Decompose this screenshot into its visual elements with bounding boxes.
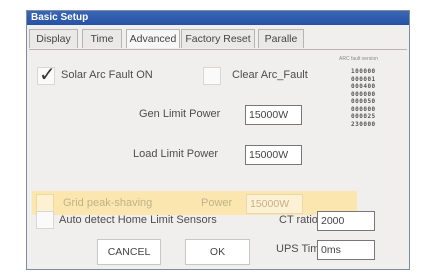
auto-detect-label: Auto detect Home Limit Sensors	[59, 214, 217, 226]
clear-arc-fault-checkbox[interactable]	[203, 67, 221, 85]
tab-advanced[interactable]: Advanced	[126, 29, 180, 48]
tab-bar: Display Time Advanced Factory Reset Para…	[29, 29, 407, 49]
tab-paralle[interactable]: Paralle	[258, 29, 304, 48]
clear-arc-fault-label: Clear Arc_Fault	[232, 69, 308, 81]
version-line: 000025	[351, 113, 376, 120]
gen-limit-power-label: Gen Limit Power	[139, 108, 221, 120]
version-line: 100000	[351, 68, 376, 75]
grid-peak-shaving-label: Grid peak-shaving	[63, 197, 153, 209]
load-limit-power-input[interactable]: 15000W	[245, 145, 302, 165]
version-line: 000400	[351, 83, 376, 90]
grid-peak-shaving-checkbox[interactable]	[36, 194, 54, 212]
version-line: 000001	[351, 75, 376, 83]
tab-factory-reset[interactable]: Factory Reset	[181, 29, 255, 48]
ct-ratio-input[interactable]: 2000	[317, 211, 375, 231]
gen-limit-power-input[interactable]: 15000W	[245, 105, 302, 125]
auto-detect-checkbox[interactable]	[36, 211, 54, 229]
tab-time[interactable]: Time	[82, 29, 122, 48]
arc-fault-version-list: 100000 000001 000400 000000 000050 00000…	[351, 68, 376, 128]
version-line: 000000	[351, 90, 376, 98]
cancel-button[interactable]: CANCEL	[97, 239, 161, 265]
version-line: 230000	[351, 120, 376, 128]
tab-display[interactable]: Display	[29, 29, 78, 48]
peak-shaving-power-label: Power	[201, 197, 233, 209]
ups-time-input[interactable]: 0ms	[317, 240, 375, 260]
ok-button[interactable]: OK	[185, 239, 250, 265]
peak-shaving-power-input[interactable]: 15000W	[246, 194, 303, 214]
solar-arc-fault-checkbox[interactable]: ✓	[37, 64, 56, 86]
tab-divider	[29, 49, 407, 50]
checkmark-icon: ✓	[39, 64, 56, 86]
ct-ratio-label: CT ratio	[279, 214, 318, 226]
solar-arc-fault-label: Solar Arc Fault ON	[61, 69, 153, 81]
load-limit-power-label: Load Limit Power	[133, 148, 218, 160]
dialog-title: Basic Setup	[27, 11, 409, 25]
arc-fault-version-header: ARC fault version	[339, 56, 378, 62]
version-line: 000050	[351, 98, 376, 105]
basic-setup-dialog: Basic Setup Display Time Advanced Factor…	[26, 10, 410, 270]
version-line: 000000	[351, 105, 376, 113]
